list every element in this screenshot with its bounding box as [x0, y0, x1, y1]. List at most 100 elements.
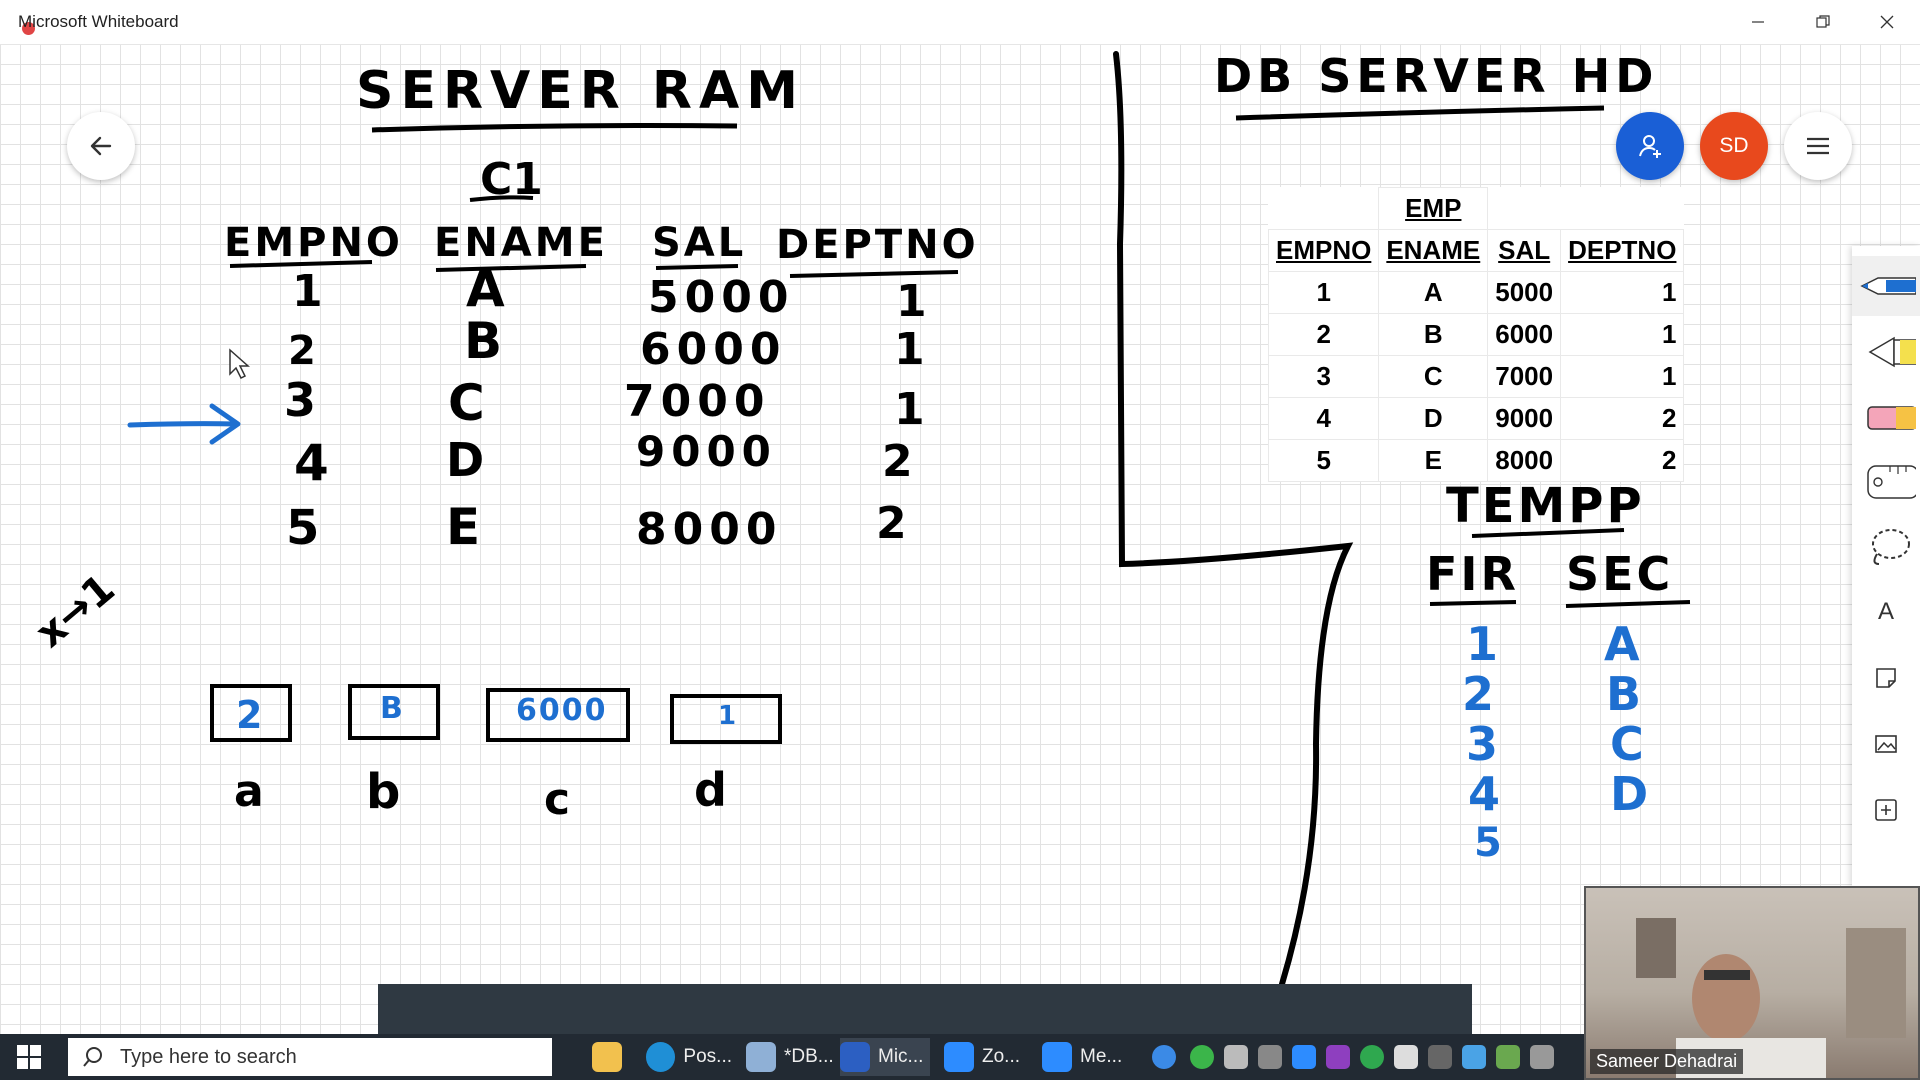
taskbar-search[interactable]: Type here to search [68, 1038, 552, 1076]
insert-tool[interactable] [1852, 780, 1920, 840]
ram-row-5: 5 E 8000 2 [286, 498, 907, 556]
mouse-cursor-icon [229, 348, 250, 380]
ram-cell: C [448, 374, 485, 432]
emp-header-cell: EMPNO [1267, 229, 1380, 272]
emp-cell: 3 [1267, 355, 1380, 398]
ram-cell: 4 [294, 434, 329, 492]
arrow-left-icon [90, 136, 112, 156]
emp-cell: 8000 [1487, 439, 1562, 482]
pen-icon [1860, 277, 1916, 295]
highlighter-icon [1868, 336, 1916, 368]
tempp-sec-value: A [1604, 617, 1640, 671]
heading-underline [371, 123, 738, 133]
emp-cell: A [1378, 271, 1489, 314]
taskbar-app-whiteboard[interactable]: Mic... [840, 1038, 930, 1076]
ram-cell: B [464, 312, 502, 370]
emp-cell: 1 [1560, 271, 1685, 314]
current-row-arrow [127, 403, 241, 445]
taskbar-app-label: Me... [1080, 1046, 1123, 1067]
db-server-heading: DB SERVER HD [1214, 49, 1658, 103]
settings-menu-button[interactable] [1784, 112, 1852, 180]
lasso-tool[interactable] [1852, 516, 1920, 576]
highlighter-tool[interactable] [1852, 322, 1920, 382]
nvidia-icon[interactable] [1496, 1045, 1520, 1069]
eraser-icon [1867, 406, 1916, 430]
var-value-d: 1 [718, 701, 736, 731]
image-icon [1875, 735, 1897, 753]
taskbar-app-meeting[interactable]: Me... [1042, 1038, 1132, 1076]
invite-button[interactable] [1616, 112, 1684, 180]
ruler-tool[interactable] [1852, 452, 1920, 512]
emp-header-cell: ENAME [1378, 229, 1489, 272]
ram-cell: 1 [894, 384, 925, 435]
taskbar-app-edge[interactable]: Pos... [646, 1038, 732, 1076]
ram-row-3: 3 C 7000 1 [284, 373, 925, 435]
emp-cell: 1 [1560, 355, 1685, 398]
user-avatar-button[interactable]: SD [1700, 112, 1768, 180]
emp-cell: 5 [1267, 439, 1380, 482]
notepad-icon [746, 1042, 776, 1072]
help-icon[interactable] [1152, 1045, 1176, 1069]
zoom-icon [944, 1042, 974, 1072]
image-tool[interactable] [1852, 714, 1920, 774]
emp-header-cell: DEPTNO [1560, 229, 1685, 272]
close-button[interactable] [1864, 6, 1910, 38]
folder-icon [592, 1042, 622, 1072]
emp-cell: E [1378, 439, 1489, 482]
shield-check-icon[interactable] [1190, 1045, 1214, 1069]
microphone-icon[interactable] [1224, 1045, 1248, 1069]
screen-share-band [378, 984, 1472, 1036]
ram-cell: E [446, 498, 480, 556]
title-bar: Microsoft Whiteboard [0, 0, 1920, 45]
col-ename: ENAME [434, 220, 608, 266]
ram-cell: 9000 [636, 427, 777, 476]
tempp-heading: TEMPP [1446, 478, 1645, 534]
taskbar-app-zoom[interactable]: Zo... [944, 1038, 1030, 1076]
snowflake-icon[interactable] [1462, 1045, 1486, 1069]
zoom-tray-icon[interactable] [1292, 1045, 1316, 1069]
emp-cell: 7000 [1487, 355, 1562, 398]
sal-underline [655, 264, 739, 270]
avatar-initials: SD [1719, 134, 1749, 157]
tempp-sec-value: B [1606, 667, 1641, 721]
window-title: Microsoft Whiteboard [18, 12, 179, 31]
tempp-fir-value: 3 [1466, 717, 1498, 771]
tempp-col-sec: SEC [1566, 547, 1673, 601]
restore-button[interactable] [1800, 6, 1846, 38]
back-button[interactable] [67, 112, 135, 180]
security-icon[interactable] [1394, 1045, 1418, 1069]
var-label-b: b [366, 764, 400, 820]
tempp-sec-value: D [1610, 767, 1648, 821]
start-button[interactable] [16, 1044, 42, 1075]
onenote-icon[interactable] [1326, 1045, 1350, 1069]
taskbar-file-explorer[interactable] [592, 1038, 632, 1076]
ram-cell: 1 [894, 324, 925, 375]
eraser-tool[interactable] [1852, 388, 1920, 448]
pen-tool[interactable] [1852, 256, 1920, 316]
ram-cell: 3 [284, 373, 316, 427]
usb-icon[interactable] [1258, 1045, 1282, 1069]
minimize-button[interactable] [1735, 6, 1781, 38]
text-tool[interactable]: A [1852, 582, 1920, 642]
wifi-icon[interactable] [1428, 1045, 1452, 1069]
zoom-meeting-icon [1042, 1042, 1072, 1072]
ram-cell: D [446, 433, 484, 487]
ram-cell: 5000 [648, 272, 794, 323]
battery-icon[interactable] [1530, 1045, 1554, 1069]
globe-icon[interactable] [1360, 1045, 1384, 1069]
webcam-video[interactable]: Sameer Dehadrai [1584, 886, 1920, 1080]
ram-cell: 8000 [636, 504, 782, 555]
ink-toolbar: A [1852, 246, 1920, 886]
note-tool[interactable] [1852, 648, 1920, 708]
sticky-note-icon [1876, 668, 1896, 688]
lasso-icon [1872, 529, 1910, 565]
emp-cell: B [1378, 313, 1489, 356]
emp-row: 5 E 8000 2 [1267, 439, 1685, 482]
taskbar-app-db[interactable]: *DB... [746, 1038, 836, 1076]
server-ram-heading: SERVER RAM [356, 61, 805, 121]
text-tool-label: A [1877, 598, 1894, 625]
taskbar-app-label: *DB... [784, 1046, 834, 1067]
emp-table[interactable]: EMP EMPNO ENAME SAL DEPTNO 1 A 5000 1 2 … [1267, 187, 1685, 482]
ram-cell: 6000 [640, 324, 786, 375]
emp-cell: 1 [1267, 271, 1380, 314]
